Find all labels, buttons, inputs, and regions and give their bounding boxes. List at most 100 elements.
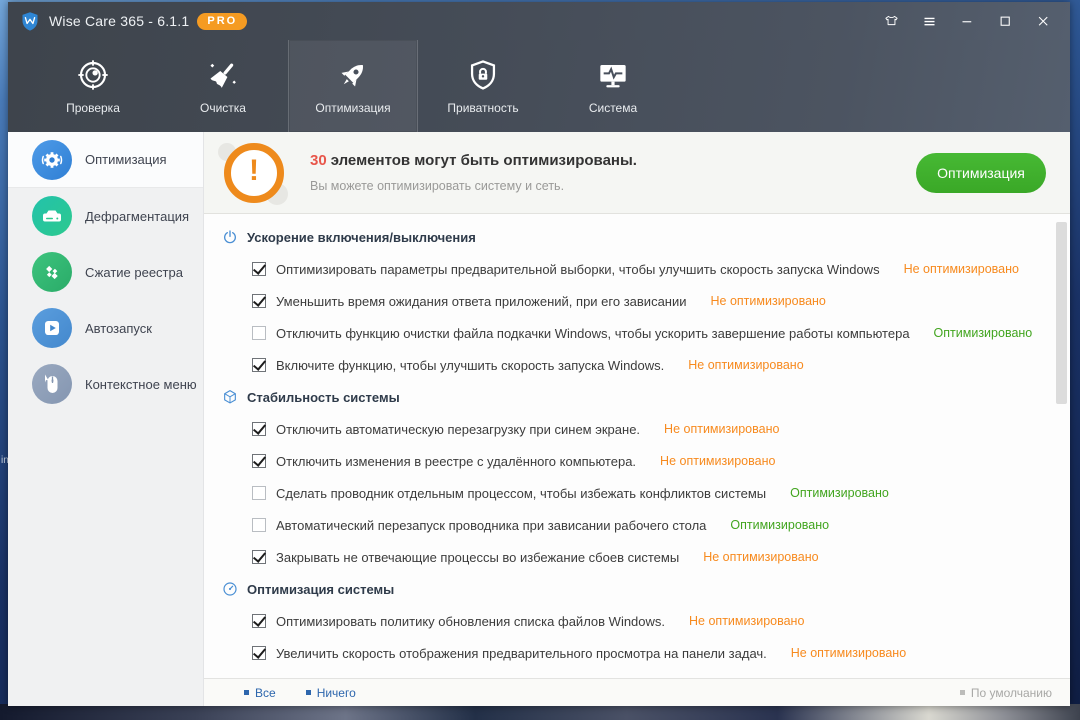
- pro-badge: PRO: [197, 13, 247, 30]
- window-title: Wise Care 365 - 6.1.1: [49, 13, 189, 29]
- radar-icon: [77, 58, 109, 92]
- item-label: Оптимизировать политику обновления списк…: [276, 614, 665, 629]
- nav-tab-label: Оптимизация: [315, 101, 390, 115]
- item-checkbox[interactable]: [252, 262, 266, 276]
- nav-tab-label: Очистка: [200, 101, 246, 115]
- warning-icon: !: [222, 141, 286, 205]
- square-bullet-icon: [960, 690, 965, 695]
- item-status: Оптимизировано: [934, 326, 1033, 340]
- nav-tab-radar[interactable]: Проверка: [28, 40, 158, 132]
- item-checkbox[interactable]: [252, 358, 266, 372]
- item-status: Не оптимизировано: [688, 358, 803, 372]
- item-checkbox[interactable]: [252, 518, 266, 532]
- rocket-icon: [337, 58, 369, 92]
- item-checkbox[interactable]: [252, 550, 266, 564]
- optimization-item-row: Включите функцию, чтобы улучшить скорост…: [204, 349, 1070, 381]
- menu-button[interactable]: [914, 8, 944, 34]
- sidebar-item-label: Сжатие реестра: [85, 265, 183, 280]
- nav-tab-shield-lock[interactable]: Приватность: [418, 40, 548, 132]
- optimization-item-row: Отключить функцию очистки файла подкачки…: [204, 317, 1070, 349]
- broom-icon: [207, 58, 239, 92]
- section-title: Стабильность системы: [247, 390, 400, 405]
- optimizable-count: 30: [310, 152, 327, 169]
- nav-tab-monitor-pulse[interactable]: Система: [548, 40, 678, 132]
- optimization-item-row: Оптимизировать параметры предварительной…: [204, 253, 1070, 285]
- nav-tab-label: Система: [589, 101, 637, 115]
- section-title: Ускорение включения/выключения: [247, 230, 476, 245]
- optimization-item-row: Увеличить скорость отображения предварит…: [204, 637, 1070, 669]
- title-bar: Wise Care 365 - 6.1.1 PRO: [8, 2, 1070, 40]
- sidebar-item-optimize[interactable]: Оптимизация: [8, 132, 203, 188]
- nav-tab-label: Проверка: [66, 101, 120, 115]
- item-checkbox[interactable]: [252, 486, 266, 500]
- sidebar-item-label: Дефрагментация: [85, 209, 189, 224]
- hamburger-icon: [922, 14, 937, 29]
- autostart-play-icon: [32, 308, 72, 348]
- item-status: Не оптимизировано: [689, 614, 804, 628]
- square-bullet-icon: [244, 690, 249, 695]
- main-area: Оптимизация Дефрагментация Сжатие реестр…: [8, 132, 1070, 706]
- sidebar-item-registry[interactable]: Сжатие реестра: [8, 244, 203, 300]
- summary-submessage: Вы можете оптимизировать систему и сеть.: [310, 179, 637, 193]
- sidebar-item-defrag[interactable]: Дефрагментация: [8, 188, 203, 244]
- item-status: Оптимизировано: [790, 486, 889, 500]
- monitor-pulse-icon: [597, 58, 629, 92]
- item-label: Включите функцию, чтобы улучшить скорост…: [276, 358, 664, 373]
- minimize-button[interactable]: [952, 8, 982, 34]
- sidebar-item-autostart[interactable]: Автозапуск: [8, 300, 203, 356]
- defrag-disk-icon: [32, 196, 72, 236]
- theme-skin-button[interactable]: [876, 8, 906, 34]
- optimization-item-row: Отключить автоматическую перезагрузку пр…: [204, 413, 1070, 445]
- item-status: Не оптимизировано: [904, 262, 1019, 276]
- defaults-link[interactable]: По умолчанию: [960, 686, 1052, 700]
- sidebar-item-contextmenu[interactable]: Контекстное меню: [8, 356, 203, 412]
- item-label: Отключить автоматическую перезагрузку пр…: [276, 422, 640, 437]
- optimization-list: Ускорение включения/выключения Оптимизир…: [204, 214, 1070, 678]
- item-label: Уменьшить время ожидания ответа приложен…: [276, 294, 687, 309]
- app-logo-shield-icon: [20, 11, 40, 31]
- content-panel: ! 30элементов могут быть оптимизированы.…: [204, 132, 1070, 706]
- nav-tab-broom[interactable]: Очистка: [158, 40, 288, 132]
- close-icon: [1036, 14, 1051, 29]
- scrollbar-thumb[interactable]: [1056, 222, 1067, 404]
- app-window: Wise Care 365 - 6.1.1 PRO Проверка Очист…: [8, 2, 1070, 706]
- maximize-button[interactable]: [990, 8, 1020, 34]
- optimization-item-row: Оптимизировать политику обновления списк…: [204, 605, 1070, 637]
- footer-bar: Все Ничего По умолчанию: [204, 678, 1070, 706]
- optimization-item-row: Отключить изменения в реестре с удалённо…: [204, 445, 1070, 477]
- item-checkbox[interactable]: [252, 646, 266, 660]
- item-checkbox[interactable]: [252, 422, 266, 436]
- item-checkbox[interactable]: [252, 294, 266, 308]
- item-checkbox[interactable]: [252, 454, 266, 468]
- item-label: Отключить функцию очистки файла подкачки…: [276, 326, 910, 341]
- section-header: Стабильность системы: [204, 381, 1070, 413]
- item-checkbox[interactable]: [252, 326, 266, 340]
- section-header: Оптимизация системы: [204, 573, 1070, 605]
- item-label: Увеличить скорость отображения предварит…: [276, 646, 767, 661]
- item-status: Не оптимизировано: [660, 454, 775, 468]
- sidebar: Оптимизация Дефрагментация Сжатие реестр…: [8, 132, 204, 706]
- registry-diamonds-icon: [32, 252, 72, 292]
- nav-tab-rocket[interactable]: Оптимизация: [288, 40, 418, 132]
- gauge-icon: [222, 581, 238, 597]
- desktop-wallpaper-strip: [0, 704, 1080, 720]
- item-checkbox[interactable]: [252, 614, 266, 628]
- item-status: Не оптимизировано: [711, 294, 826, 308]
- item-label: Оптимизировать параметры предварительной…: [276, 262, 880, 277]
- select-all-link[interactable]: Все: [244, 686, 276, 700]
- summary-header: ! 30элементов могут быть оптимизированы.…: [204, 132, 1070, 214]
- optimization-item-row: Закрывать не отвечающие процессы во избе…: [204, 541, 1070, 573]
- select-none-link[interactable]: Ничего: [306, 686, 356, 700]
- optimization-item-row: Уменьшить время ожидания ответа приложен…: [204, 285, 1070, 317]
- sidebar-item-label: Автозапуск: [85, 321, 152, 336]
- square-bullet-icon: [306, 690, 311, 695]
- item-label: Отключить изменения в реестре с удалённо…: [276, 454, 636, 469]
- close-button[interactable]: [1028, 8, 1058, 34]
- maximize-icon: [998, 14, 1013, 29]
- cube-icon: [222, 389, 238, 405]
- item-label: Сделать проводник отдельным процессом, ч…: [276, 486, 766, 501]
- tshirt-icon: [884, 14, 899, 29]
- optimize-button[interactable]: Оптимизация: [916, 153, 1046, 193]
- minimize-icon: [960, 14, 975, 29]
- item-status: Не оптимизировано: [703, 550, 818, 564]
